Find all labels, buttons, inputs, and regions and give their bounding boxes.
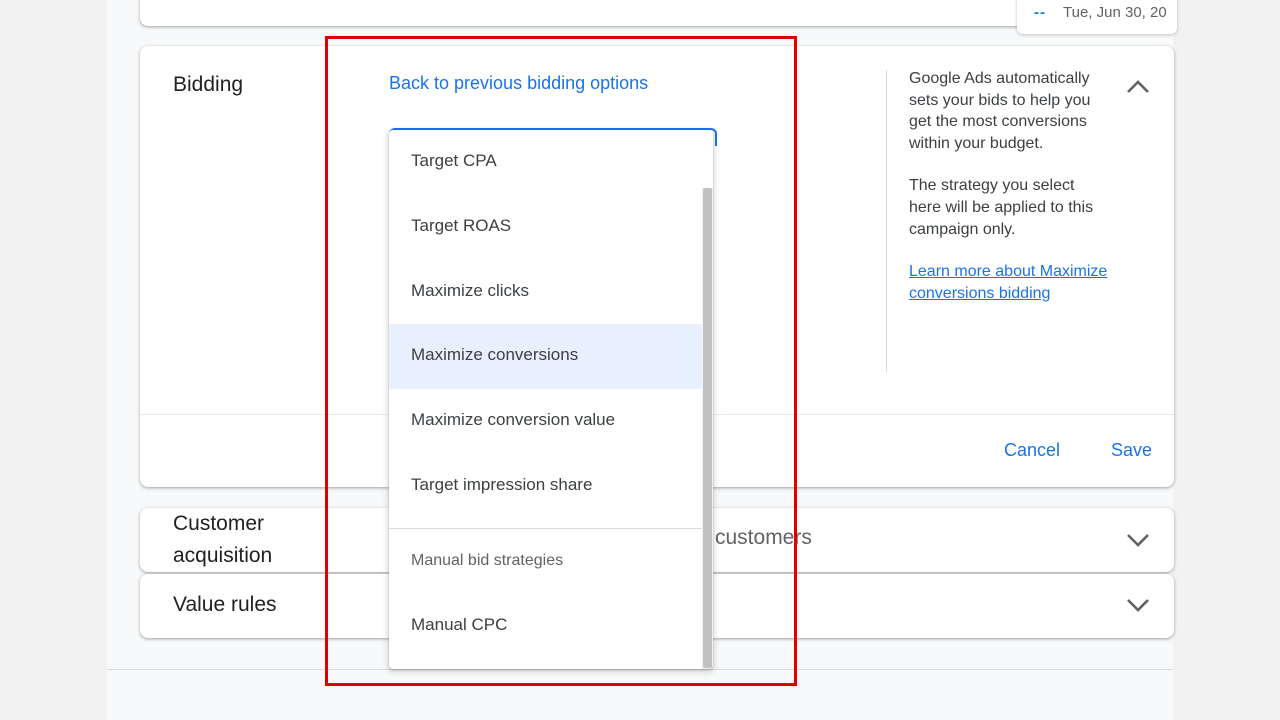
help-paragraph-1: Google Ads automatically sets your bids … [909, 70, 1091, 152]
customer-acquisition-title-line2: acquisition [173, 544, 273, 567]
customer-acquisition-title-line1: Customer [173, 512, 265, 535]
bidding-title: Bidding [173, 73, 244, 96]
date-range-chip[interactable]: -- Tue, Jun 30, 20 [1017, 0, 1177, 34]
help-panel: Google Ads automatically sets your bids … [909, 68, 1109, 304]
cancel-button[interactable]: Cancel [1004, 440, 1060, 461]
value-rules-title: Value rules [173, 593, 277, 616]
save-button[interactable]: Save [1111, 440, 1152, 461]
date-text: Tue, Jun 30, 20 [1063, 4, 1167, 21]
chevron-down-icon[interactable] [1125, 530, 1151, 550]
help-paragraph-2: The strategy you select here will be app… [909, 177, 1094, 238]
chevron-up-icon[interactable] [1125, 76, 1151, 96]
annotation-highlight-box [325, 36, 797, 686]
chevron-down-icon[interactable] [1125, 595, 1151, 615]
help-divider [886, 70, 887, 372]
learn-more-link[interactable]: Learn more about Maximize conversions bi… [909, 263, 1107, 302]
date-dash: -- [1034, 4, 1046, 21]
